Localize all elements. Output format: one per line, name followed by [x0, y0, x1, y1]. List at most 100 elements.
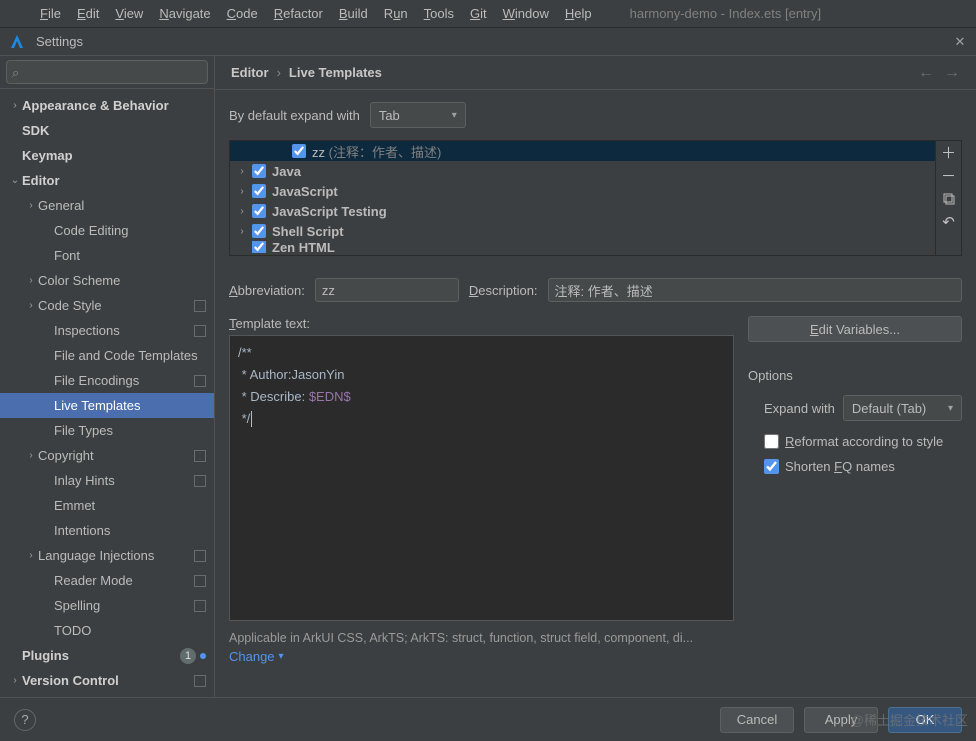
project-scope-icon: [194, 575, 206, 587]
sidebar-item-plugins[interactable]: Plugins1: [0, 643, 214, 668]
menu-code[interactable]: Code: [219, 6, 266, 21]
menu-view[interactable]: View: [107, 6, 151, 21]
sidebar-item-label: File Types: [54, 423, 206, 438]
menu-refactor[interactable]: Refactor: [266, 6, 331, 21]
sidebar-item-label: Version Control: [22, 673, 194, 688]
close-icon[interactable]: ✕: [952, 34, 968, 50]
settings-tree[interactable]: ›Appearance & BehaviorSDKKeymap⌄Editor›G…: [0, 89, 214, 697]
sidebar-item-file-and-code-templates[interactable]: File and Code Templates: [0, 343, 214, 368]
template-abbr: zz: [312, 145, 325, 160]
chevron-icon: ›: [24, 550, 38, 561]
project-scope-icon: [194, 325, 206, 337]
menu-tools[interactable]: Tools: [416, 6, 462, 21]
chevron-icon: ›: [24, 300, 38, 311]
expand-with-select[interactable]: Default (Tab) ▾: [843, 395, 962, 421]
template-group-row[interactable]: ›Shell Script: [230, 221, 935, 241]
add-template-button[interactable]: ＋: [936, 141, 961, 164]
abbrev-label: Abbreviation:: [229, 283, 305, 298]
change-contexts-link[interactable]: Change ▾: [229, 649, 284, 664]
desc-label: Description:: [469, 283, 538, 298]
sidebar-item-version-control[interactable]: ›Version Control: [0, 668, 214, 693]
menu-build[interactable]: Build: [331, 6, 376, 21]
template-enable-checkbox[interactable]: [252, 164, 266, 178]
sidebar-item-inlay-hints[interactable]: Inlay Hints: [0, 468, 214, 493]
applicable-contexts: Applicable in ArkUI CSS, ArkTS; ArkTS: s…: [229, 631, 962, 645]
template-enable-checkbox[interactable]: [252, 204, 266, 218]
sidebar-item-label: Appearance & Behavior: [22, 98, 206, 113]
template-enable-checkbox[interactable]: [252, 241, 266, 253]
sidebar-item-copyright[interactable]: ›Copyright: [0, 443, 214, 468]
sidebar-item-label: Intentions: [54, 523, 206, 538]
sidebar-item-keymap[interactable]: Keymap: [0, 143, 214, 168]
sidebar-item-appearance-behavior[interactable]: ›Appearance & Behavior: [0, 93, 214, 118]
sidebar-item-label: Spelling: [54, 598, 194, 613]
sidebar-item-reader-mode[interactable]: Reader Mode: [0, 568, 214, 593]
sidebar-item-language-injections[interactable]: ›Language Injections: [0, 543, 214, 568]
menu-file[interactable]: File: [32, 6, 69, 21]
template-group-row[interactable]: ›JavaScript Testing: [230, 201, 935, 221]
sidebar-item-label: TODO: [54, 623, 206, 638]
sidebar-item-editor[interactable]: ⌄Editor: [0, 168, 214, 193]
sidebar-item-label: Copyright: [38, 448, 194, 463]
sidebar-item-file-encodings[interactable]: File Encodings: [0, 368, 214, 393]
template-enable-checkbox[interactable]: [292, 144, 306, 158]
chevron-icon: ›: [236, 186, 248, 197]
apply-button[interactable]: Apply: [804, 707, 878, 733]
template-group-row[interactable]: ›JavaScript: [230, 181, 935, 201]
breadcrumb-root[interactable]: Editor: [231, 65, 269, 80]
group-list-tools: ＋ － ↶: [936, 140, 962, 256]
sidebar-item-inspections[interactable]: Inspections: [0, 318, 214, 343]
reformat-checkbox[interactable]: [764, 434, 779, 449]
sidebar-item-sdk[interactable]: SDK: [0, 118, 214, 143]
reformat-label: Reformat according to style: [785, 434, 943, 449]
sidebar-item-label: Emmet: [54, 498, 206, 513]
settings-titlebar: Settings ✕: [0, 28, 976, 56]
template-name: JavaScript Testing: [272, 204, 387, 219]
edit-variables-button[interactable]: Edit Variables...: [748, 316, 962, 342]
template-enable-checkbox[interactable]: [252, 224, 266, 238]
help-button[interactable]: ?: [14, 709, 36, 731]
settings-content: Editor › Live Templates ← → By default e…: [215, 56, 976, 697]
template-group-list[interactable]: zz (注释：作者、描述)›Java›JavaScript›JavaScript…: [229, 140, 936, 256]
template-text-label: Template text:: [229, 316, 734, 331]
copy-template-button[interactable]: [936, 187, 961, 210]
menu-window[interactable]: Window: [495, 6, 557, 21]
default-expand-select[interactable]: Tab ▾: [370, 102, 466, 128]
template-name: Shell Script: [272, 224, 344, 239]
settings-search-input[interactable]: [6, 60, 208, 84]
shorten-fq-checkbox[interactable]: [764, 459, 779, 474]
nav-forward-icon[interactable]: →: [944, 64, 960, 82]
template-enable-checkbox[interactable]: [252, 184, 266, 198]
settings-logo-icon: [8, 33, 26, 51]
template-group-row[interactable]: Zen HTML: [230, 241, 935, 253]
menu-run[interactable]: Run: [376, 6, 416, 21]
sidebar-item-general[interactable]: ›General: [0, 193, 214, 218]
sidebar-item-color-scheme[interactable]: ›Color Scheme: [0, 268, 214, 293]
template-text-editor[interactable]: /** * Author:JasonYin * Describe: $EDN$ …: [229, 335, 734, 621]
template-desc: (注释：作者、描述): [325, 145, 441, 160]
menu-help[interactable]: Help: [557, 6, 600, 21]
sidebar-item-spelling[interactable]: Spelling: [0, 593, 214, 618]
sidebar-item-todo[interactable]: TODO: [0, 618, 214, 643]
sidebar-item-live-templates[interactable]: Live Templates: [0, 393, 214, 418]
menu-navigate[interactable]: Navigate: [151, 6, 218, 21]
sidebar-item-intentions[interactable]: Intentions: [0, 518, 214, 543]
cancel-button[interactable]: Cancel: [720, 707, 794, 733]
sidebar-item-file-types[interactable]: File Types: [0, 418, 214, 443]
ok-button[interactable]: OK: [888, 707, 962, 733]
sidebar-item-code-editing[interactable]: Code Editing: [0, 218, 214, 243]
remove-template-button[interactable]: －: [936, 164, 961, 187]
sidebar-item-font[interactable]: Font: [0, 243, 214, 268]
project-scope-icon: [194, 450, 206, 462]
sidebar-item-code-style[interactable]: ›Code Style: [0, 293, 214, 318]
menu-edit[interactable]: Edit: [69, 6, 107, 21]
menu-git[interactable]: Git: [462, 6, 495, 21]
abbrev-input[interactable]: [315, 278, 459, 302]
sidebar-item-emmet[interactable]: Emmet: [0, 493, 214, 518]
template-group-row[interactable]: zz (注释：作者、描述): [230, 141, 935, 161]
revert-template-button[interactable]: ↶: [936, 210, 961, 233]
nav-back-icon[interactable]: ←: [918, 64, 934, 82]
desc-input[interactable]: [548, 278, 962, 302]
project-scope-icon: [194, 675, 206, 687]
template-group-row[interactable]: ›Java: [230, 161, 935, 181]
